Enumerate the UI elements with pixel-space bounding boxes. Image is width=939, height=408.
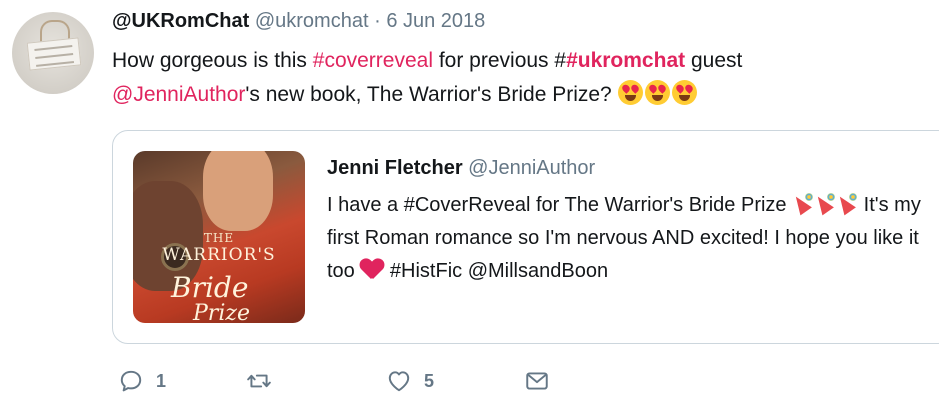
- reply-button[interactable]: 1: [118, 368, 166, 394]
- tweet-text-part: guest: [685, 49, 743, 72]
- quoted-text-part: #HistFic @MillsandBoon: [384, 260, 609, 282]
- retweet-button[interactable]: [246, 368, 284, 394]
- reply-icon: [120, 370, 142, 392]
- party-popper-icon: [836, 192, 859, 214]
- quoted-text-part: I have a #CoverReveal for The Warrior's …: [327, 194, 793, 216]
- sparkling-heart-icon: [360, 259, 384, 281]
- tweet-header: @UKRomChat @ukromchat · 6 Jun 2018: [112, 10, 485, 33]
- author-name[interactable]: @UKRomChat: [112, 10, 249, 32]
- author-handle[interactable]: @ukromchat: [255, 10, 369, 32]
- separator-dot: ·: [374, 10, 381, 32]
- quoted-text: I have a #CoverReveal for The Warrior's …: [327, 189, 939, 288]
- cover-title-line: THE: [203, 231, 235, 245]
- cover-title-line: Bride: [171, 271, 249, 304]
- tweet-date[interactable]: 6 Jun 2018: [386, 10, 485, 32]
- hashtag-link[interactable]: #ukromchat: [566, 49, 685, 72]
- like-icon: [388, 371, 410, 392]
- avatar[interactable]: [12, 12, 94, 94]
- reply-count: 1: [156, 370, 167, 391]
- heart-eyes-emoji-icon: [617, 80, 643, 105]
- retweet-icon: [247, 374, 271, 388]
- quoted-header: Jenni Fletcher @JenniAuthor: [327, 157, 595, 180]
- quoted-author-name[interactable]: Jenni Fletcher: [327, 157, 463, 179]
- cover-title-line: Prize: [193, 301, 250, 323]
- book-cover-image[interactable]: THE WARRIOR'S Bride Prize: [133, 151, 305, 323]
- mention-link[interactable]: @JenniAuthor: [112, 83, 245, 106]
- tweet-text: How gorgeous is this #coverreveal for pr…: [112, 44, 912, 112]
- quoted-author-handle[interactable]: @JenniAuthor: [468, 157, 595, 179]
- message-icon: [526, 372, 548, 390]
- cover-title-line: WARRIOR'S: [162, 245, 276, 265]
- party-popper-icon: [814, 192, 837, 214]
- message-button[interactable]: [524, 368, 550, 394]
- party-popper-icon: [792, 192, 815, 214]
- tweet-text-part: 's new book, The Warrior's Bride Prize?: [245, 83, 618, 106]
- heart-eyes-emoji-icon: [671, 80, 697, 105]
- hashtag-link[interactable]: #coverreveal: [313, 49, 433, 72]
- heart-eyes-emoji-icon: [644, 80, 670, 105]
- like-button[interactable]: 5: [386, 368, 434, 394]
- tweet-text-part: for previous #: [433, 49, 567, 72]
- like-count: 5: [424, 370, 435, 391]
- quoted-tweet-card[interactable]: THE WARRIOR'S Bride Prize Jenni Fletcher…: [112, 130, 939, 344]
- tweet-text-part: How gorgeous is this: [112, 49, 313, 72]
